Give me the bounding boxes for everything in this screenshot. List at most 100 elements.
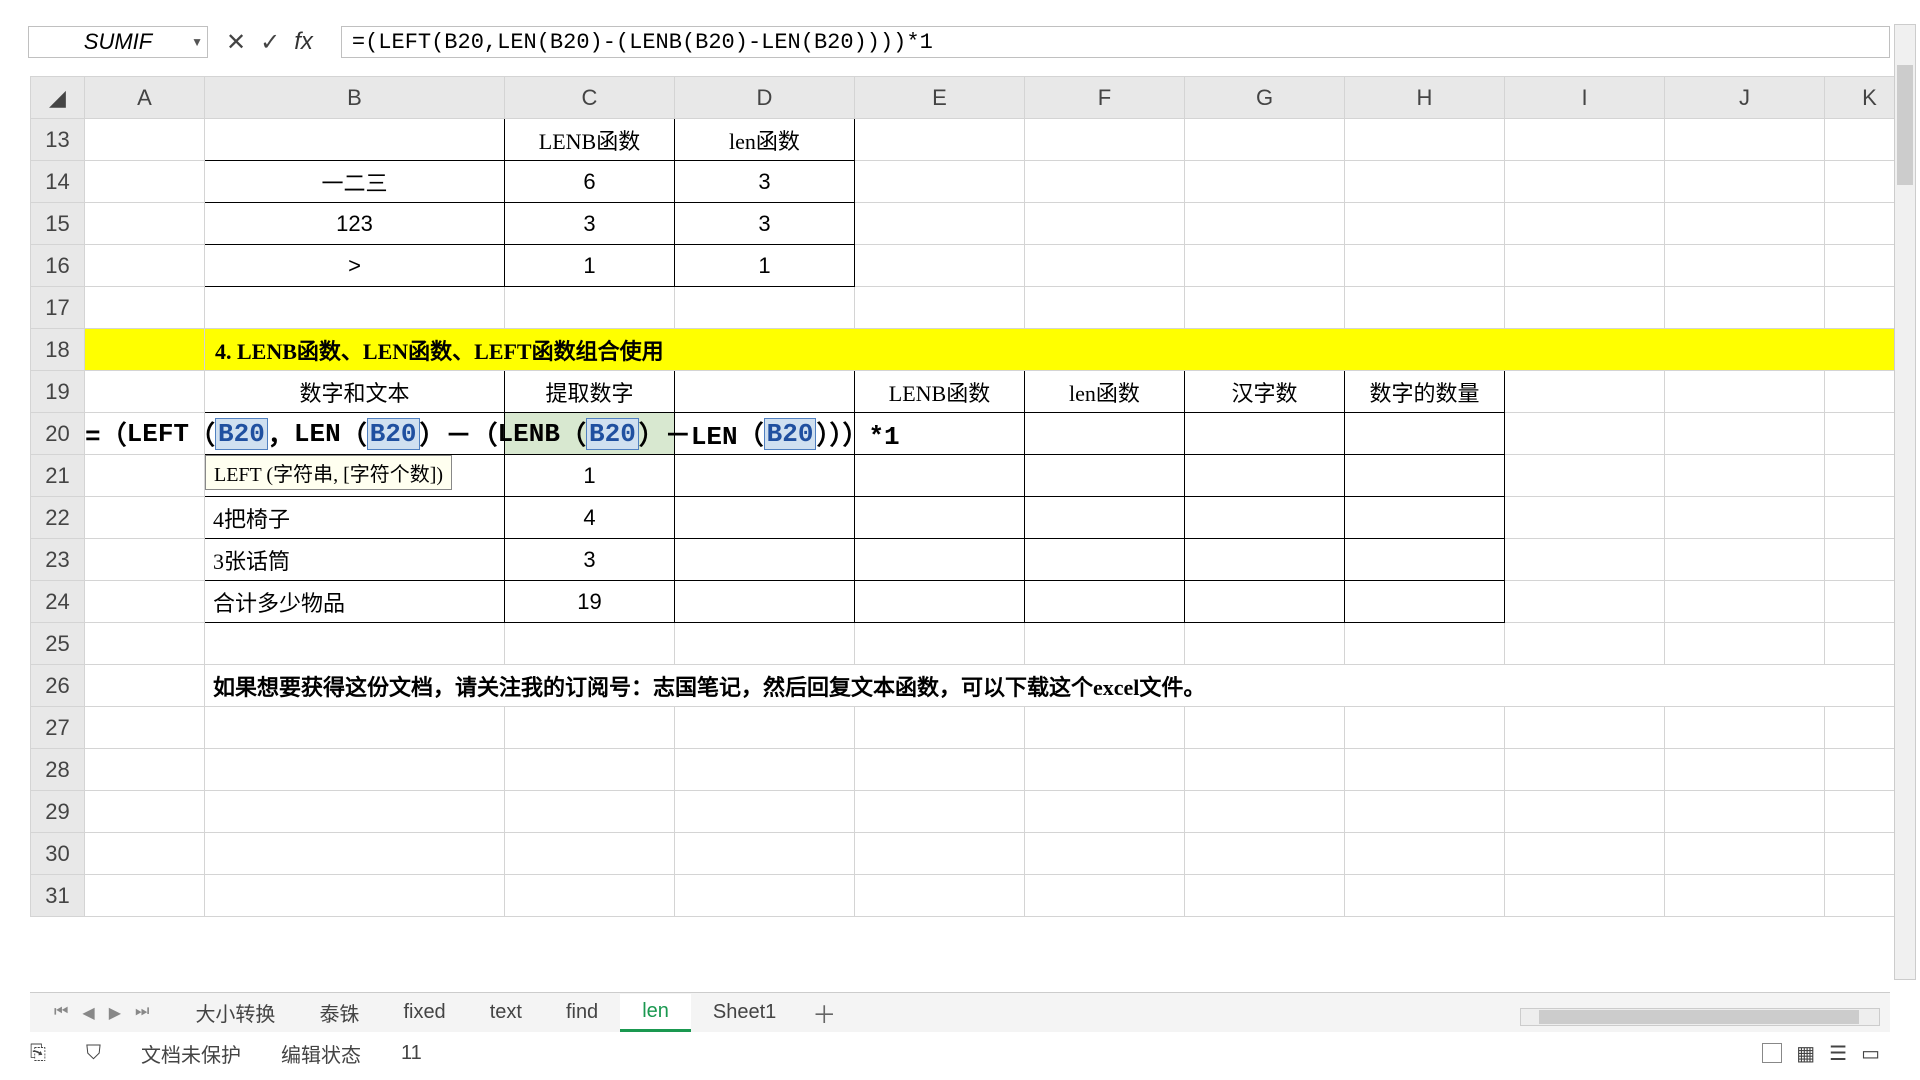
cell-C14[interactable]: 6 <box>505 161 675 203</box>
add-sheet-button[interactable]: ＋ <box>798 989 850 1036</box>
tab-nav-buttons: ⏮ ◀ ▶ ⏭ <box>30 1003 173 1023</box>
view-grid-icon[interactable]: ▦ <box>1796 1041 1815 1066</box>
vertical-scrollbar[interactable] <box>1894 24 1916 980</box>
sheet-tab[interactable]: fixed <box>381 995 467 1030</box>
name-box-dropdown-icon[interactable]: ▼ <box>191 35 203 49</box>
formula-input[interactable]: =(LEFT(B20,LEN(B20)-(LENB(B20)-LEN(B20))… <box>341 26 1890 58</box>
scroll-thumb[interactable] <box>1897 65 1913 185</box>
row-header-24[interactable]: 24 <box>31 581 85 623</box>
cell-D16[interactable]: 1 <box>675 245 855 287</box>
cell-B23[interactable]: 3张话筒 <box>205 539 505 581</box>
row-22: 22 4把椅子 4 <box>31 497 1915 539</box>
note-text[interactable]: 如果想要获得这份文档，请关注我的订阅号：志国笔记，然后回复文本函数，可以下载这个… <box>205 665 1915 707</box>
cell-D14[interactable]: 3 <box>675 161 855 203</box>
horizontal-scrollbar[interactable] <box>1520 1008 1880 1026</box>
cell-B22[interactable]: 4把椅子 <box>205 497 505 539</box>
cell-D19[interactable] <box>675 371 855 413</box>
tab-prev-icon[interactable]: ◀ <box>82 1003 94 1023</box>
sheet-tab[interactable]: find <box>544 995 620 1030</box>
fx-icon[interactable]: fx <box>294 28 313 56</box>
row-header-20[interactable]: 20 <box>31 413 85 455</box>
spreadsheet-grid[interactable]: ◢ A B C D E F G H I J K 13 LENB函数 len函数 … <box>30 76 1890 980</box>
status-value: 11 <box>401 1042 422 1065</box>
scroll-thumb[interactable] <box>1539 1010 1859 1024</box>
row-header-29[interactable]: 29 <box>31 791 85 833</box>
cell-A20[interactable]: =（ LEFT （ B20 ， LEN （ B20 ） －（ LENB （ B2… <box>85 413 205 455</box>
cell-E19[interactable]: LENB函数 <box>855 371 1025 413</box>
row-header-22[interactable]: 22 <box>31 497 85 539</box>
cell-D13[interactable]: len函数 <box>675 119 855 161</box>
view-list-icon[interactable]: ☰ <box>1829 1041 1847 1066</box>
cell-B24[interactable]: 合计多少物品 <box>205 581 505 623</box>
name-box[interactable]: SUMIF ▼ <box>28 26 208 58</box>
col-header-I[interactable]: I <box>1505 77 1665 119</box>
cell-B19[interactable]: 数字和文本 <box>205 371 505 413</box>
function-tooltip: LEFT (字符串, [字符个数]) <box>205 455 452 490</box>
sheet-tab[interactable]: 大小转换 <box>173 992 297 1033</box>
tab-last-icon[interactable]: ⏭ <box>135 1003 149 1023</box>
cell-C23[interactable]: 3 <box>505 539 675 581</box>
cell-B15[interactable]: 123 <box>205 203 505 245</box>
sheet-tab-active[interactable]: len <box>620 994 691 1032</box>
row-header-18[interactable]: 18 <box>31 329 85 371</box>
cell-C15[interactable]: 3 <box>505 203 675 245</box>
col-header-A[interactable]: A <box>85 77 205 119</box>
col-header-F[interactable]: F <box>1025 77 1185 119</box>
enter-icon[interactable]: ✓ <box>260 28 280 57</box>
row-header-16[interactable]: 16 <box>31 245 85 287</box>
cell-F19[interactable]: len函数 <box>1025 371 1185 413</box>
sheet-tab[interactable]: text <box>468 995 544 1030</box>
cell-D15[interactable]: 3 <box>675 203 855 245</box>
row-header-25[interactable]: 25 <box>31 623 85 665</box>
col-header-E[interactable]: E <box>855 77 1025 119</box>
row-header-14[interactable]: 14 <box>31 161 85 203</box>
fullscreen-icon[interactable] <box>1762 1043 1782 1063</box>
row-header-13[interactable]: 13 <box>31 119 85 161</box>
cell-E13[interactable] <box>855 119 1025 161</box>
tab-first-icon[interactable]: ⏮ <box>54 1003 68 1023</box>
row-header-23[interactable]: 23 <box>31 539 85 581</box>
col-header-D[interactable]: D <box>675 77 855 119</box>
cell-C21[interactable]: 1 <box>505 455 675 497</box>
column-headers: ◢ A B C D E F G H I J K <box>31 77 1915 119</box>
cell-F20[interactable] <box>1025 413 1185 455</box>
row-header-17[interactable]: 17 <box>31 287 85 329</box>
cell-B14[interactable]: 一二三 <box>205 161 505 203</box>
row-header-30[interactable]: 30 <box>31 833 85 875</box>
col-header-H[interactable]: H <box>1345 77 1505 119</box>
cell-B13[interactable] <box>205 119 505 161</box>
sheet-tab[interactable]: Sheet1 <box>691 995 798 1030</box>
cell-H19[interactable]: 数字的数量 <box>1345 371 1505 413</box>
col-header-B[interactable]: B <box>205 77 505 119</box>
row-header-21[interactable]: 21 <box>31 455 85 497</box>
row-header-31[interactable]: 31 <box>31 875 85 917</box>
tab-next-icon[interactable]: ▶ <box>109 1003 121 1023</box>
cell-C24[interactable]: 19 <box>505 581 675 623</box>
cell-C16[interactable]: 1 <box>505 245 675 287</box>
cell-C19[interactable]: 提取数字 <box>505 371 675 413</box>
col-header-J[interactable]: J <box>1665 77 1825 119</box>
cancel-icon[interactable]: ✕ <box>226 28 246 57</box>
row-23: 23 3张话筒 3 <box>31 539 1915 581</box>
cell-C22[interactable]: 4 <box>505 497 675 539</box>
row-header-27[interactable]: 27 <box>31 707 85 749</box>
cell-C13[interactable]: LENB函数 <box>505 119 675 161</box>
in-cell-formula-editor[interactable]: =（ LEFT （ B20 ， LEN （ B20 ） －（ LENB （ B2… <box>85 413 900 454</box>
row-header-19[interactable]: 19 <box>31 371 85 413</box>
section-title[interactable]: 4. LENB函数、LEN函数、LEFT函数组合使用 <box>205 329 1915 371</box>
protect-icon[interactable]: ⛉ <box>86 1042 101 1065</box>
cell-G20[interactable] <box>1185 413 1345 455</box>
row-header-26[interactable]: 26 <box>31 665 85 707</box>
select-all-corner[interactable]: ◢ <box>31 77 85 119</box>
cell-A13[interactable] <box>85 119 205 161</box>
status-icon[interactable]: ⎘ <box>30 1042 46 1065</box>
sheet-tab[interactable]: 泰铢 <box>297 992 381 1033</box>
row-header-28[interactable]: 28 <box>31 749 85 791</box>
row-header-15[interactable]: 15 <box>31 203 85 245</box>
col-header-C[interactable]: C <box>505 77 675 119</box>
cell-B16[interactable]: > <box>205 245 505 287</box>
view-page-icon[interactable]: ▭ <box>1861 1041 1880 1066</box>
cell-H20[interactable] <box>1345 413 1505 455</box>
col-header-G[interactable]: G <box>1185 77 1345 119</box>
cell-G19[interactable]: 汉字数 <box>1185 371 1345 413</box>
